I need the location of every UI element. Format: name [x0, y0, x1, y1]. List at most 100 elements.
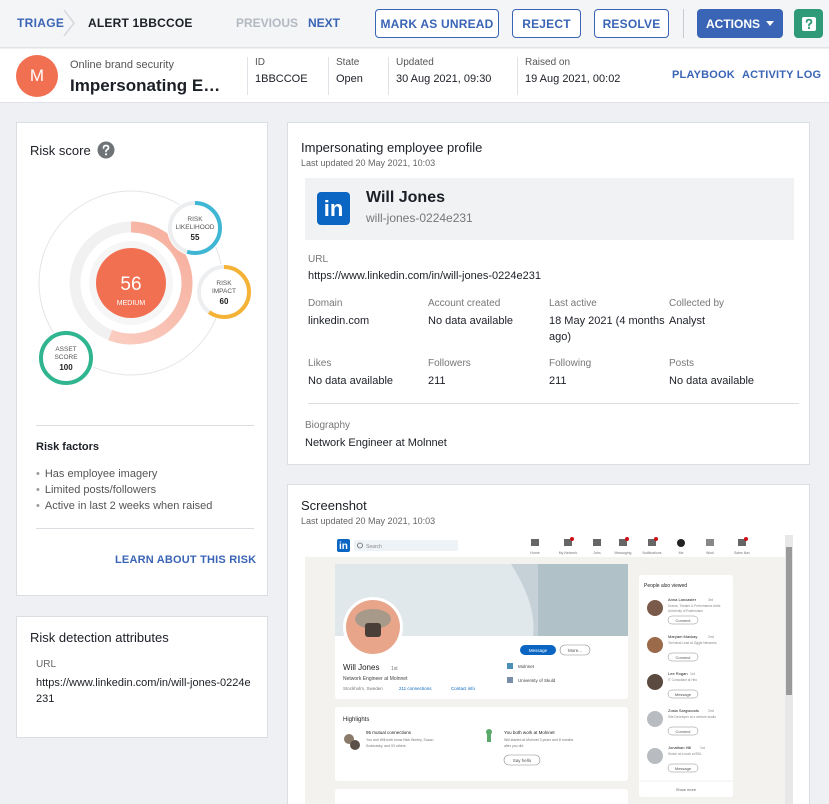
alert-category: Online brand security: [70, 59, 174, 71]
url-label: URL: [308, 254, 329, 265]
linkedin-icon: in: [317, 192, 350, 225]
detection-url-label: URL: [36, 659, 57, 670]
biography-label: Biography: [305, 420, 351, 431]
svg-text:Soderasky, and 93 others: Soderasky, and 93 others: [366, 744, 406, 748]
svg-text:95 mutual connections: 95 mutual connections: [366, 730, 412, 735]
reject-button[interactable]: REJECT: [512, 9, 581, 38]
list-item: Active in last 2 weeks when raised: [36, 500, 213, 516]
meta-id-label: ID: [255, 57, 265, 68]
profile-name: Will Jones: [366, 189, 445, 206]
likes-label: Likes: [308, 358, 332, 369]
svg-text:More...: More...: [568, 648, 582, 653]
svg-text:after you did: after you did: [504, 744, 523, 748]
svg-text:Notifications: Notifications: [642, 551, 661, 555]
caret-down-icon: [766, 21, 774, 26]
svg-text:Maryam Mackay: Maryam Mackay: [668, 634, 697, 639]
url-value[interactable]: https://www.linkedin.com/in/will-jones-0…: [308, 268, 541, 284]
following-label: Following: [549, 358, 592, 369]
previous-button[interactable]: PREVIOUS: [236, 16, 298, 30]
svg-text:Jonathan Hill: Jonathan Hill: [668, 745, 691, 750]
mark-as-unread-button[interactable]: MARK AS UNREAD: [375, 9, 499, 38]
collected-by-label: Collected by: [669, 298, 725, 309]
risk-score-card: Risk score 56 MEDIUM RISK LIKELIHOOD 55: [16, 122, 268, 596]
screenshot-title: Screenshot: [301, 498, 367, 513]
page-title: Impersonating Employee Profile: [70, 76, 232, 95]
learn-about-risk-link[interactable]: LEARN ABOUT THIS RISK: [115, 554, 256, 566]
last-active-value-line-2: ago): [549, 331, 572, 343]
detection-url-value: https://www.linkedin.com/in/will-jones-0…: [36, 677, 251, 705]
screenshot-school: University of Skuld: [518, 678, 556, 683]
svg-text:Will started at Molnnet 3 year: Will started at Molnnet 3 years and 8 mo…: [504, 738, 574, 742]
svg-text:Sales Nav: Sales Nav: [734, 551, 750, 555]
risk-detection-title: Risk detection attributes: [30, 630, 169, 645]
impact-label-1: RISK: [216, 280, 232, 287]
posts-value: No data available: [669, 375, 755, 387]
playbook-link[interactable]: PLAYBOOK: [672, 69, 735, 81]
followers-label: Followers: [428, 358, 471, 369]
svg-text:Technical Lead at Ziggle Netwo: Technical Lead at Ziggle Networks: [668, 641, 717, 645]
svg-text:My Network: My Network: [559, 551, 578, 555]
help-button[interactable]: [794, 9, 823, 38]
domain-label: Domain: [308, 298, 343, 309]
likelihood-value: 55: [191, 233, 200, 242]
screenshot-company: Molnnet: [518, 664, 535, 669]
svg-text:Anna Lancaster: Anna Lancaster: [668, 597, 697, 602]
list-item: Has employee imagery: [36, 468, 212, 484]
divider: [36, 528, 254, 529]
screenshot-card: Screenshot Last updated 20 May 2021, 10:…: [287, 484, 810, 804]
likelihood-label-1: RISK: [187, 216, 203, 223]
show-more-link: Show more: [676, 787, 697, 792]
impersonating-profile-card: Impersonating employee profile Last upda…: [287, 122, 810, 465]
meta-state: State Open: [328, 57, 363, 95]
following-value: 211: [549, 375, 567, 387]
asset-label-1: ASSET: [55, 346, 76, 353]
risk-score-title: Risk score: [30, 143, 91, 158]
question-icon: [801, 16, 816, 31]
screenshot-updated: Last updated 20 May 2021, 10:03: [301, 516, 436, 526]
meta-raised-value: 19 Aug 2021, 00:02: [525, 73, 621, 85]
impact-value: 60: [220, 297, 229, 306]
actions-dropdown-button[interactable]: ACTIONS: [697, 9, 783, 38]
screenshot-profile-name: Will Jones: [343, 663, 379, 672]
meta-updated-value: 30 Aug 2021, 09:30: [396, 73, 492, 85]
svg-text:1st: 1st: [700, 746, 705, 750]
svg-text:Lee Rogan: Lee Rogan: [668, 671, 688, 676]
likelihood-label-2: LIKELIHOOD: [175, 224, 214, 231]
next-button[interactable]: NEXT: [308, 16, 340, 30]
svg-text:1st: 1st: [690, 672, 695, 676]
toolbar-divider: [683, 9, 684, 38]
help-circle-icon[interactable]: [97, 141, 115, 159]
avatar: M: [16, 55, 58, 97]
screenshot-scrollbar[interactable]: [785, 535, 793, 804]
svg-text:Drama, Theatre & Performance A: Drama, Theatre & Performance Artist: [668, 604, 720, 608]
scrollbar-thumb[interactable]: [786, 547, 792, 695]
svg-text:Message: Message: [675, 766, 692, 771]
svg-text:2nd: 2nd: [708, 709, 714, 713]
breadcrumb-triage[interactable]: TRIAGE: [17, 16, 64, 30]
screenshot-highlights: Highlights: [343, 717, 369, 723]
svg-text:Connect: Connect: [676, 655, 692, 660]
screenshot-connections: 211 connections: [399, 686, 432, 691]
search-placeholder: Search: [366, 544, 382, 550]
alert-header: M Online brand security Impersonating Em…: [0, 49, 829, 103]
profile-handle: will-jones-0224e231: [366, 211, 473, 225]
svg-text:Jobs: Jobs: [593, 551, 601, 555]
svg-text:Say hello: Say hello: [513, 758, 532, 763]
svg-text:Site Developer at a venture st: Site Developer at a venture studio: [668, 715, 716, 719]
activity-log-link[interactable]: ACTIVITY LOG: [742, 69, 821, 81]
svg-text:Senior at a work at BDL: Senior at a work at BDL: [668, 752, 702, 756]
svg-text:Zosia Sargwoods: Zosia Sargwoods: [668, 708, 699, 713]
account-created-label: Account created: [428, 298, 501, 309]
list-item: Limited posts/followers: [36, 484, 212, 500]
risk-score-visual: 56 MEDIUM RISK LIKELIHOOD 55 RISK IMPACT…: [38, 190, 252, 386]
profile-summary: in Will Jones will-jones-0224e231: [305, 178, 794, 240]
account-created-value: No data available: [428, 315, 514, 327]
linkedin-logo-text: in: [339, 541, 348, 552]
resolve-button[interactable]: RESOLVE: [594, 9, 669, 38]
posts-label: Posts: [669, 358, 695, 369]
risk-detection-card: Risk detection attributes URL https://ww…: [16, 616, 268, 738]
svg-text:3rd: 3rd: [708, 598, 713, 602]
risk-score-value: 56: [120, 274, 141, 295]
actions-label: ACTIONS: [706, 16, 760, 31]
profile-screenshot[interactable]: in Search Home My Network Jobs Messaging…: [305, 535, 793, 804]
